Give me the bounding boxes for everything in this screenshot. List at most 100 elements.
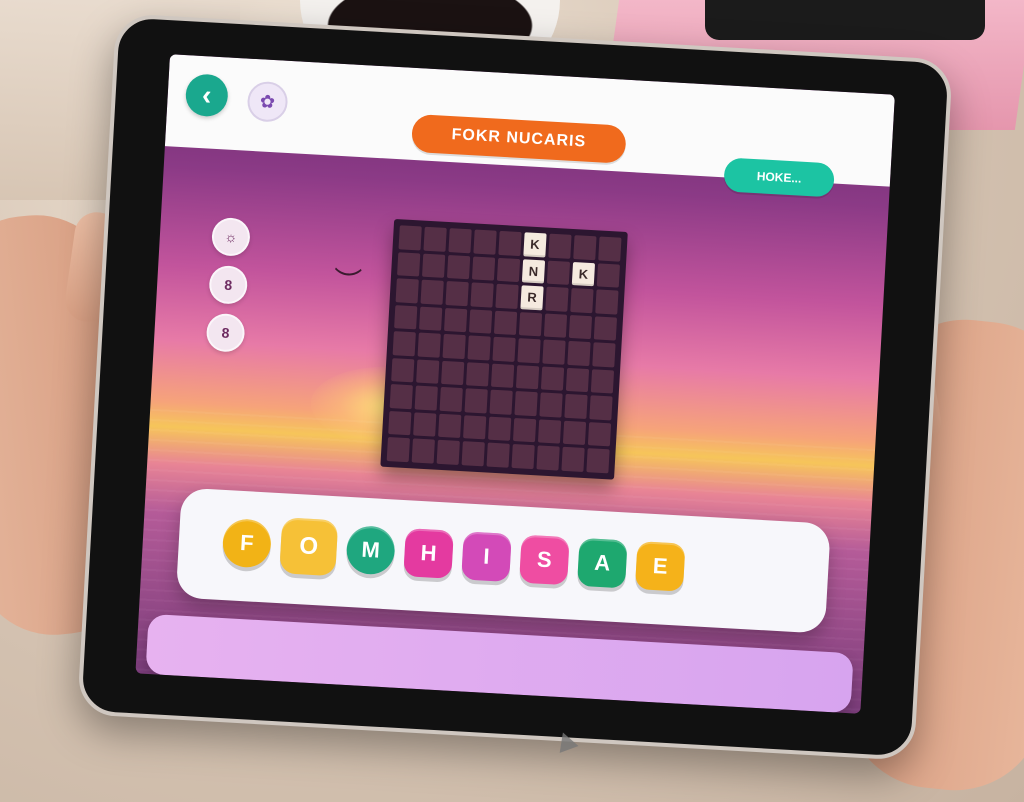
letter-tile-5[interactable]: I <box>461 531 512 582</box>
side-actions: ☼ 8 8 <box>205 216 253 359</box>
grid-cell[interactable] <box>517 338 541 364</box>
grid-cell[interactable]: K <box>523 232 547 258</box>
grid-cell[interactable] <box>417 332 441 358</box>
grid-cell[interactable] <box>486 443 510 468</box>
grid-cell[interactable] <box>536 445 560 471</box>
grid-cell[interactable] <box>446 254 471 280</box>
grid-cell[interactable] <box>537 419 562 445</box>
grid-cell[interactable] <box>448 228 472 253</box>
grid-cell[interactable] <box>496 257 521 283</box>
grid-cell[interactable] <box>463 415 487 440</box>
grid-cell[interactable] <box>539 392 563 418</box>
grid-cell[interactable] <box>587 422 612 447</box>
grid-cell[interactable] <box>548 233 572 259</box>
grid-cell[interactable] <box>592 342 616 368</box>
letter-tile-3[interactable]: M <box>345 524 396 576</box>
grid-cell[interactable] <box>598 236 622 262</box>
grid-cell[interactable] <box>386 437 410 463</box>
grid-cell[interactable] <box>487 416 512 442</box>
grid-cell[interactable] <box>515 364 540 390</box>
side-action-2-icon: 8 <box>223 276 233 294</box>
grid-cell[interactable] <box>468 309 493 334</box>
grid-cell[interactable] <box>589 395 613 421</box>
grid-cell[interactable] <box>397 251 421 277</box>
grid-cell[interactable] <box>593 316 618 341</box>
grid-cell[interactable] <box>562 420 587 446</box>
side-action-1[interactable]: ☼ <box>210 216 251 257</box>
grid-cell[interactable] <box>389 384 413 410</box>
grid-cell[interactable] <box>561 447 585 472</box>
grid-cell[interactable] <box>411 438 435 464</box>
grid-cell[interactable] <box>444 307 468 333</box>
grid-cell[interactable] <box>439 387 463 412</box>
grid-cell[interactable] <box>419 306 443 332</box>
grid-cell[interactable] <box>413 412 437 438</box>
grid-cell[interactable] <box>442 334 466 359</box>
grid-cell[interactable] <box>438 413 462 439</box>
grid-cell[interactable] <box>414 385 438 411</box>
letter-tiles: FOMHISAE <box>221 514 686 596</box>
grid-cell[interactable] <box>470 282 494 308</box>
grid-cell[interactable] <box>388 410 412 436</box>
grid-cell[interactable] <box>540 366 565 392</box>
letter-tile-8[interactable]: E <box>634 541 686 592</box>
side-action-3-icon: 8 <box>221 324 230 341</box>
hint-button[interactable]: HOKE... <box>723 157 835 198</box>
side-action-2[interactable]: 8 <box>208 264 249 305</box>
grid-cell[interactable] <box>586 448 610 474</box>
grid-cell[interactable] <box>436 440 460 465</box>
grid-cell[interactable] <box>595 289 619 315</box>
grid-cell[interactable] <box>441 360 465 386</box>
grid-cell[interactable] <box>466 362 490 387</box>
grid-cell[interactable] <box>543 313 568 338</box>
grid-cell[interactable] <box>464 388 488 414</box>
grid-cell[interactable] <box>445 281 469 306</box>
side-action-3[interactable]: 8 <box>205 312 246 353</box>
letter-tile-4[interactable]: H <box>403 528 454 579</box>
grid-cell[interactable] <box>570 288 594 313</box>
grid-cell[interactable] <box>498 230 522 256</box>
grid-cell[interactable] <box>492 336 516 362</box>
grid-cell[interactable] <box>512 417 537 443</box>
grid-cell[interactable] <box>545 286 569 312</box>
grid-cell[interactable] <box>565 367 590 393</box>
grid-cell[interactable] <box>495 283 519 309</box>
seagull-icon: ︶ <box>332 265 363 299</box>
grid-cell[interactable] <box>422 253 446 278</box>
grid-cell[interactable] <box>391 357 415 383</box>
letter-tile-6[interactable]: S <box>519 534 570 586</box>
grid-cell[interactable] <box>392 331 416 357</box>
grid-cell[interactable] <box>596 262 621 288</box>
grid-cell[interactable] <box>511 444 535 470</box>
grid-cell[interactable] <box>493 310 518 336</box>
grid-cell[interactable] <box>394 304 418 330</box>
grid-cell[interactable] <box>471 256 496 281</box>
grid-cell[interactable]: N <box>521 258 546 284</box>
grid-cell[interactable] <box>564 394 588 419</box>
letter-tile-7[interactable]: A <box>577 537 628 589</box>
grid-cell[interactable] <box>573 235 597 260</box>
grid-cell[interactable] <box>467 335 491 361</box>
grid-cell[interactable] <box>490 363 515 389</box>
grid-cell[interactable] <box>489 389 513 415</box>
grid-cell[interactable] <box>568 314 593 340</box>
grid-cell[interactable] <box>567 341 591 366</box>
grid-cell[interactable] <box>514 391 538 417</box>
letter-tile-2[interactable]: O <box>279 517 339 577</box>
grid-cell[interactable] <box>473 229 497 255</box>
grid-cell[interactable] <box>590 369 615 394</box>
grid-cell[interactable]: K <box>571 261 596 287</box>
grid-cell[interactable] <box>461 441 485 467</box>
grid-cell[interactable] <box>420 279 444 305</box>
grid-cell[interactable] <box>395 278 419 304</box>
grid-cell[interactable] <box>416 359 440 385</box>
hint-button-label: HOKE... <box>756 169 802 186</box>
grid-cell[interactable] <box>542 339 566 365</box>
grid-cell[interactable] <box>518 311 543 337</box>
grid-cell[interactable] <box>423 226 447 252</box>
grid-cell[interactable] <box>546 260 571 285</box>
grid-cell[interactable]: R <box>520 285 544 311</box>
grid-cell[interactable] <box>398 225 422 251</box>
crossword-board: KNK R <box>380 218 628 480</box>
letter-tile-1[interactable]: F <box>221 517 273 569</box>
